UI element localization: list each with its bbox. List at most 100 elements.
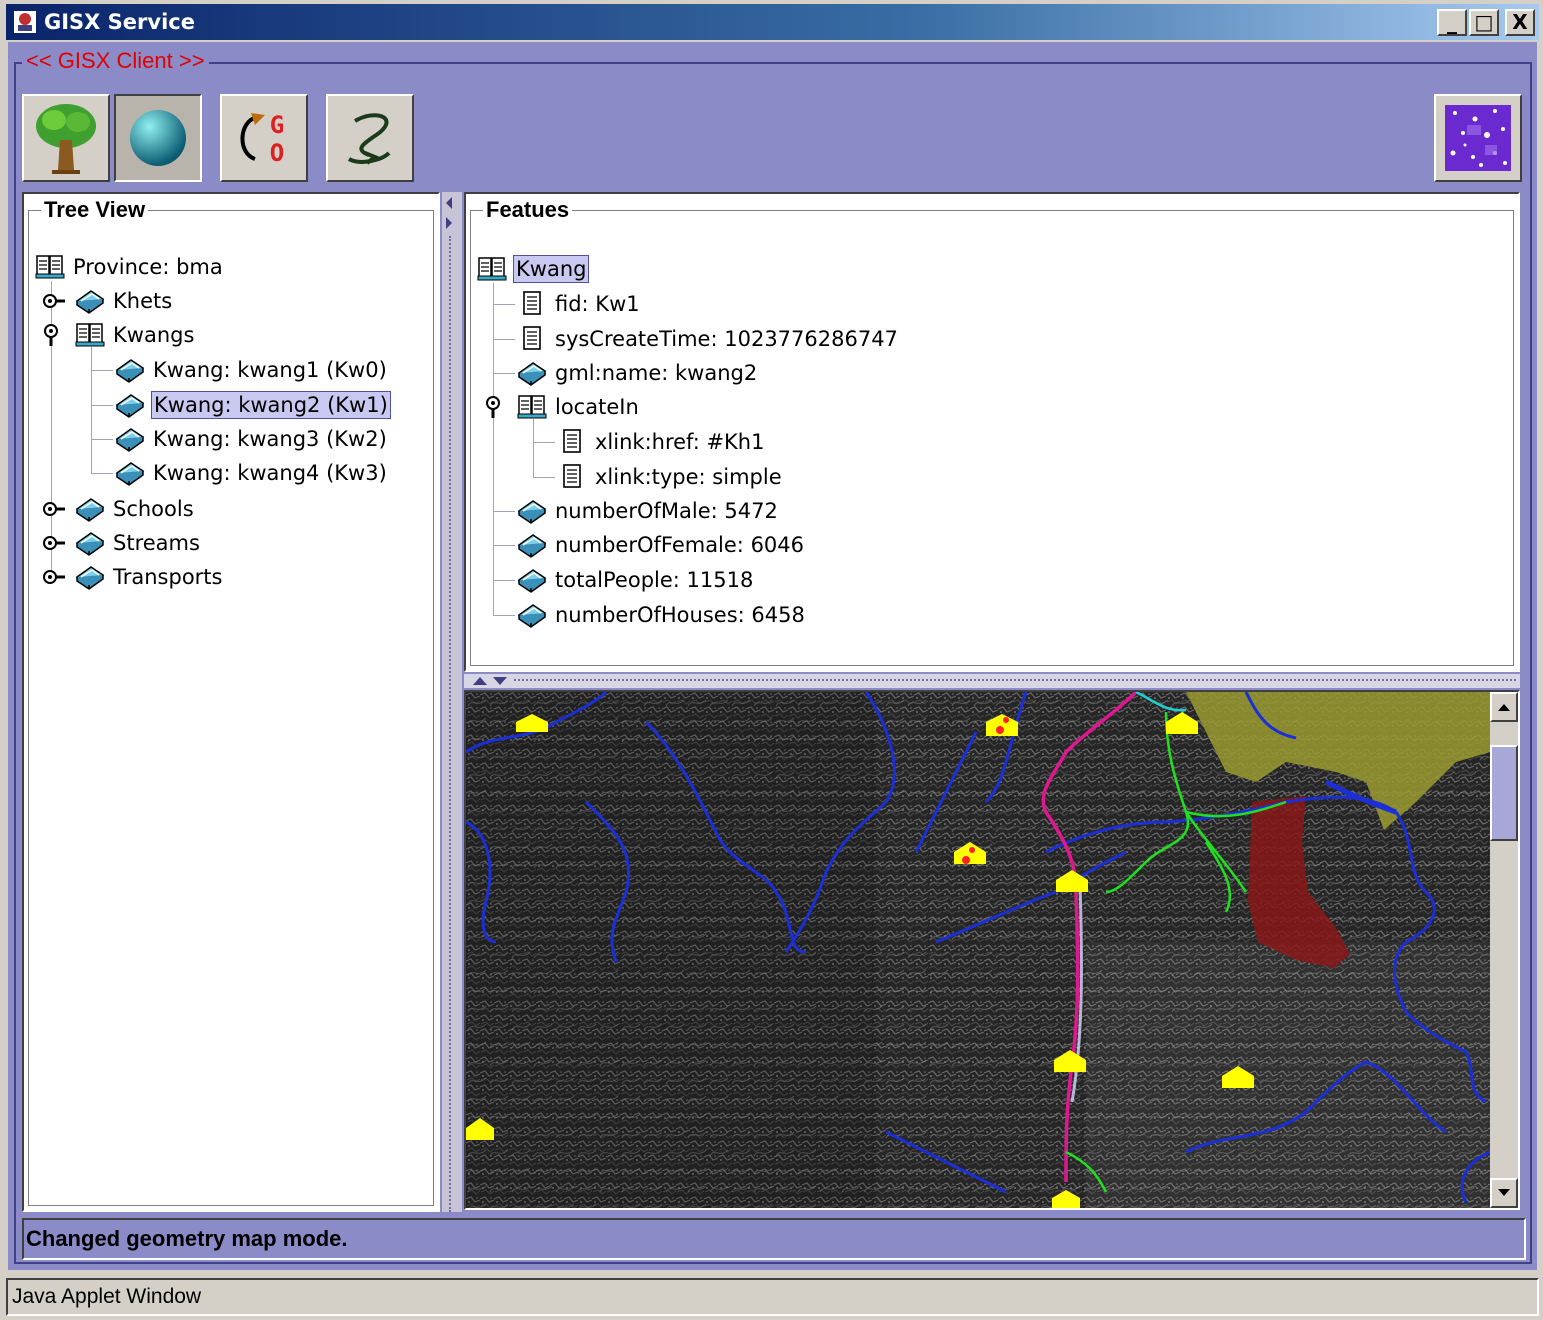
features-node-label[interactable]: xlink:href: #Kh1 xyxy=(593,429,766,455)
window-title-bar[interactable]: GISX Service _ □ X xyxy=(6,4,1539,40)
features-node-gml-name-kwang2[interactable]: gml:name: kwang2 xyxy=(517,357,759,389)
minimize-icon: _ xyxy=(1447,10,1457,34)
map-view[interactable] xyxy=(464,690,1520,1210)
go-button[interactable]: G O xyxy=(220,94,308,182)
tree-node-label[interactable]: Transports xyxy=(111,564,224,590)
splitter-right-arrow-icon[interactable] xyxy=(443,216,455,230)
tree-node-label[interactable]: Khets xyxy=(111,288,174,314)
tree-node-label[interactable]: Kwangs xyxy=(111,322,196,348)
window-title: GISX Service xyxy=(44,10,195,34)
maximize-button[interactable]: □ xyxy=(1469,8,1499,36)
book-open-icon xyxy=(517,393,547,421)
tree-node-kwang-kwang4-kw3[interactable]: Kwang: kwang4 (Kw3) xyxy=(115,457,389,489)
go-refresh-icon: G O xyxy=(240,111,284,167)
document-icon xyxy=(517,325,547,353)
features-node-label[interactable]: numberOfMale: 5472 xyxy=(553,498,780,524)
collapsed-toggle-icon[interactable] xyxy=(41,564,67,590)
tree-node-kwangs[interactable]: Kwangs xyxy=(75,319,196,351)
book-open-icon xyxy=(477,255,507,283)
book-closed-icon xyxy=(115,391,145,419)
tree-node-label[interactable]: Kwang: kwang3 (Kw2) xyxy=(151,426,389,452)
collapsed-toggle-icon[interactable] xyxy=(41,288,67,314)
features-node-syscreatetime-1023776286747[interactable]: sysCreateTime: 1023776286747 xyxy=(517,323,900,355)
features-node-label[interactable]: Kwang xyxy=(513,255,590,283)
features-node-totalpeople-11518[interactable]: totalPeople: 11518 xyxy=(517,564,755,596)
scroll-down-button[interactable] xyxy=(1490,1178,1518,1208)
book-closed-icon xyxy=(75,495,105,523)
svg-text:G: G xyxy=(270,111,284,139)
splitter-down-arrow-icon[interactable] xyxy=(492,675,508,687)
features-node-label[interactable]: locateIn xyxy=(553,394,641,420)
tree-node-transports[interactable]: Transports xyxy=(75,561,224,593)
features-node-numberofmale-5472[interactable]: numberOfMale: 5472 xyxy=(517,495,780,527)
features-node-xlink-type-simple[interactable]: xlink:type: simple xyxy=(557,461,784,493)
collapsed-toggle-icon[interactable] xyxy=(41,530,67,556)
scroll-up-button[interactable] xyxy=(1490,692,1518,722)
features-node-label[interactable]: totalPeople: 11518 xyxy=(553,567,755,593)
expanded-toggle-icon[interactable] xyxy=(41,322,67,348)
toolbar: G O xyxy=(22,94,1524,186)
book-closed-icon xyxy=(115,459,145,487)
client-legend: << GISX Client >> xyxy=(22,48,209,74)
vertical-splitter[interactable] xyxy=(442,192,462,1212)
starfield-button[interactable] xyxy=(1434,94,1522,182)
tree-node-label[interactable]: Kwang: kwang2 (Kw1) xyxy=(151,391,391,419)
tree-view-title: Tree View xyxy=(41,199,149,221)
link-icon xyxy=(347,113,391,165)
features-node-kwang[interactable]: Kwang xyxy=(477,253,590,285)
tree-node-province-bma[interactable]: Province: bma xyxy=(35,251,225,283)
tree-node-kwang-kwang3-kw2[interactable]: Kwang: kwang3 (Kw2) xyxy=(115,423,389,455)
status-bar: Changed geometry map mode. xyxy=(22,1218,1526,1260)
horizontal-splitter[interactable] xyxy=(464,674,1520,688)
book-closed-icon xyxy=(517,497,547,525)
features-node-label[interactable]: fid: Kw1 xyxy=(553,291,642,317)
close-button[interactable]: X xyxy=(1505,8,1535,36)
link-button[interactable] xyxy=(326,94,414,182)
tree-node-schools[interactable]: Schools xyxy=(75,493,196,525)
features-node-fid-kw1[interactable]: fid: Kw1 xyxy=(517,288,642,320)
splitter-up-arrow-icon[interactable] xyxy=(472,675,488,687)
features-node-numberoffemale-6046[interactable]: numberOfFemale: 6046 xyxy=(517,529,806,561)
document-icon xyxy=(517,290,547,318)
features-node-numberofhouses-6458[interactable]: numberOfHouses: 6458 xyxy=(517,599,807,631)
tree-node-label[interactable]: Kwang: kwang1 (Kw0) xyxy=(151,357,389,383)
features-node-locatein[interactable]: locateIn xyxy=(517,391,641,423)
tree-node-label[interactable]: Schools xyxy=(111,496,196,522)
tree-node-streams[interactable]: Streams xyxy=(75,527,202,559)
tree-node-kwang-kwang1-kw0[interactable]: Kwang: kwang1 (Kw0) xyxy=(115,354,389,386)
document-icon xyxy=(557,463,587,491)
features-node-label[interactable]: xlink:type: simple xyxy=(593,464,784,490)
tree-view-button[interactable] xyxy=(22,94,110,182)
scroll-thumb[interactable] xyxy=(1490,745,1518,841)
book-open-icon xyxy=(35,253,65,281)
features-node-xlink-href-kh1[interactable]: xlink:href: #Kh1 xyxy=(557,426,766,458)
features-node-label[interactable]: gml:name: kwang2 xyxy=(553,360,759,386)
features-panel: Featues Kwang fid: Kw1 sysCreateTime: 1023… xyxy=(464,192,1520,672)
scroll-down-icon xyxy=(1498,1189,1510,1196)
tree-node-label[interactable]: Streams xyxy=(111,530,202,556)
globe-icon xyxy=(130,110,186,166)
map-vertical-scrollbar[interactable] xyxy=(1490,692,1518,1208)
tree-node-khets[interactable]: Khets xyxy=(75,285,174,317)
map-canvas[interactable] xyxy=(466,692,1490,1208)
book-closed-icon xyxy=(517,601,547,629)
java-applet-icon xyxy=(12,9,38,35)
collapsed-toggle-icon[interactable] xyxy=(41,496,67,522)
tree-node-label[interactable]: Province: bma xyxy=(71,254,225,280)
features-node-label[interactable]: sysCreateTime: 1023776286747 xyxy=(553,326,900,352)
tree-node-kwang-kwang2-kw1[interactable]: Kwang: kwang2 (Kw1) xyxy=(115,389,391,421)
features-node-label[interactable]: numberOfHouses: 6458 xyxy=(553,602,807,628)
book-closed-icon xyxy=(517,531,547,559)
tree-node-label[interactable]: Kwang: kwang4 (Kw3) xyxy=(151,460,389,486)
minimize-button[interactable]: _ xyxy=(1437,8,1467,36)
book-closed-icon xyxy=(115,356,145,384)
features-node-label[interactable]: numberOfFemale: 6046 xyxy=(553,532,806,558)
book-open-icon xyxy=(75,321,105,349)
document-icon xyxy=(557,428,587,456)
expanded-toggle-icon[interactable] xyxy=(483,394,509,420)
map-globe-button[interactable] xyxy=(114,94,202,182)
applet-area: << GISX Client >> G O Tree View Province… xyxy=(8,42,1537,1270)
splitter-left-arrow-icon[interactable] xyxy=(443,196,455,210)
tree-view-frame: Tree View Province: bma Khets Kwangs Kwang:… xyxy=(28,199,434,1206)
scroll-up-icon xyxy=(1498,704,1510,711)
